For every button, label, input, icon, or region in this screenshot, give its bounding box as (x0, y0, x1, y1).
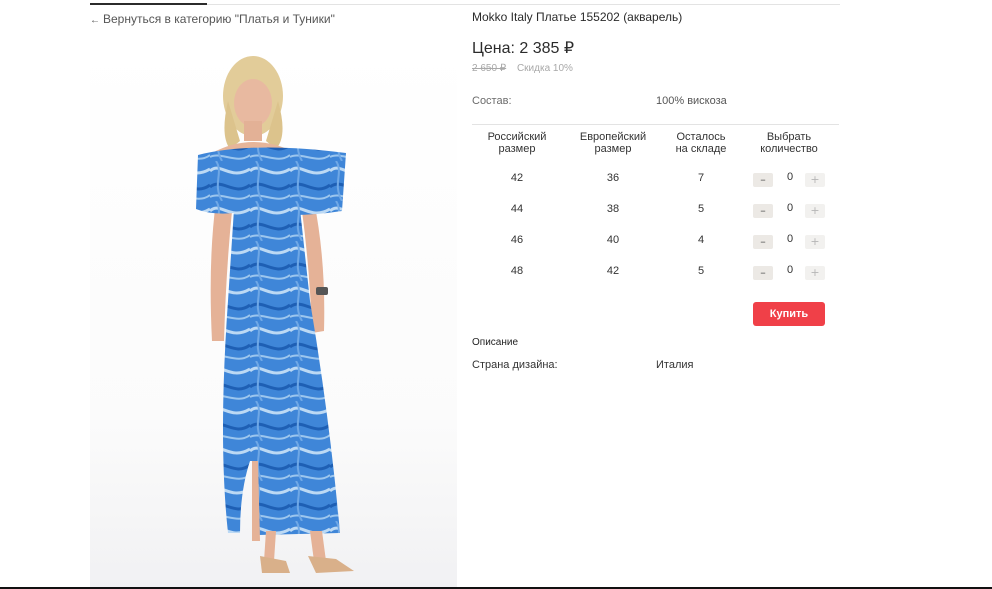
ru-size: 48 (510, 265, 524, 277)
price-label: Цена: (472, 40, 515, 57)
composition-value: 100% вискоза (656, 95, 727, 107)
stock-count: 5 (697, 203, 705, 215)
design-country-label: Страна дизайна: (472, 359, 558, 371)
eu-size: 36 (606, 172, 620, 184)
top-divider (207, 4, 840, 5)
stock-count: 7 (697, 172, 705, 184)
discount-info: 2 650 ₽ Скидка 10% (472, 63, 573, 74)
composition-label: Состав: (472, 95, 512, 107)
quantity-stepper: – 0 + (752, 202, 826, 220)
header-stock: Осталось на складе (675, 131, 727, 155)
model-dress-illustration (196, 56, 354, 573)
quantity-value: 0 (786, 171, 794, 183)
old-price: 2 650 ₽ (472, 63, 507, 74)
header-ru-size: Российский размер (487, 131, 547, 155)
price: Цена: 2 385 ₽ (472, 38, 574, 58)
increment-button[interactable]: + (805, 266, 825, 280)
quantity-value: 0 (786, 202, 794, 214)
product-image[interactable] (90, 41, 457, 589)
quantity-stepper: – 0 + (752, 171, 826, 189)
quantity-value: 0 (786, 233, 794, 245)
quantity-stepper: – 0 + (752, 264, 826, 282)
buy-button[interactable]: Купить (753, 302, 825, 326)
decrement-button[interactable]: – (753, 204, 773, 218)
quantity-value: 0 (786, 264, 794, 276)
back-link-label: Вернуться в категорию "Платья и Туники" (103, 12, 335, 26)
back-arrow-icon: ← (90, 15, 100, 26)
description-heading: Описание (472, 337, 519, 348)
header-quantity: Выбрать количество (760, 131, 818, 155)
price-value: 2 385 ₽ (519, 40, 575, 57)
design-country-value: Италия (656, 359, 694, 371)
product-title: Mokko Italy Платье 155202 (акварель) (472, 10, 683, 24)
stock-count: 4 (697, 234, 705, 246)
decrement-button[interactable]: – (753, 173, 773, 187)
ru-size: 46 (510, 234, 524, 246)
discount-badge: Скидка 10% (516, 63, 573, 74)
increment-button[interactable]: + (805, 173, 825, 187)
header-eu-size: Европейский размер (579, 131, 647, 155)
ru-size: 42 (510, 172, 524, 184)
quantity-stepper: – 0 + (752, 233, 826, 251)
increment-button[interactable]: + (805, 204, 825, 218)
eu-size: 40 (606, 234, 620, 246)
decrement-button[interactable]: – (753, 235, 773, 249)
increment-button[interactable]: + (805, 235, 825, 249)
eu-size: 42 (606, 265, 620, 277)
active-tab-indicator (90, 3, 207, 5)
stock-count: 5 (697, 265, 705, 277)
decrement-button[interactable]: – (753, 266, 773, 280)
eu-size: 38 (606, 203, 620, 215)
back-to-category-link[interactable]: ← Вернуться в категорию "Платья и Туники" (90, 12, 335, 26)
section-divider (472, 124, 839, 125)
ru-size: 44 (510, 203, 524, 215)
